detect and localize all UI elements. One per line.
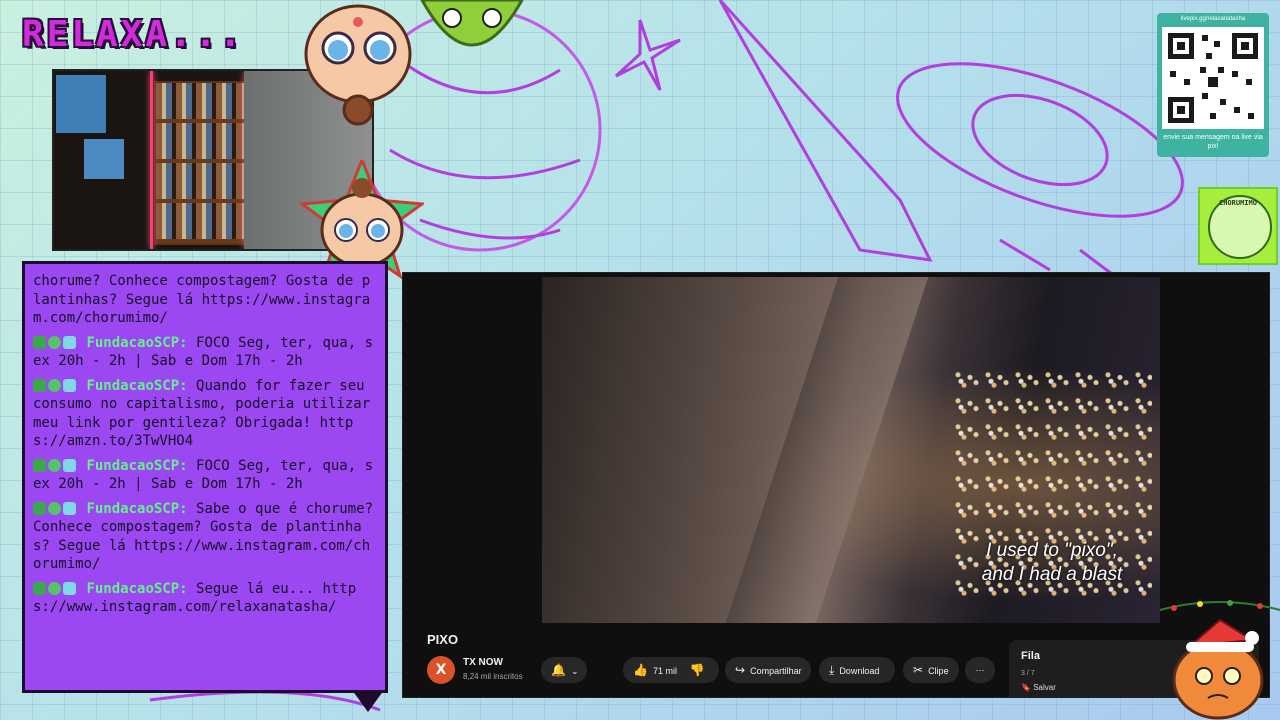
chat-message: FundacaoSCP: FOCO Seg, ter, qua, sex 20h… (33, 457, 377, 494)
download-icon: ⤓ (829, 663, 835, 677)
chorumimo-sticker: CHORUMIMO (1198, 187, 1278, 265)
webcam-poster-2 (84, 139, 124, 179)
badge-icon (33, 335, 46, 349)
more-options-button[interactable]: ··· (965, 657, 995, 683)
robot-icon (63, 335, 76, 349)
subtitle-line: I used to "pixo", (986, 540, 1118, 561)
like-count: 71 mil (652, 666, 677, 676)
scissors-icon: ✂ (913, 663, 924, 677)
share-label: Compartilhar (750, 666, 802, 676)
chat-message: FundacaoSCP: Segue lá eu... https://www.… (33, 580, 377, 617)
alien-icon (48, 581, 61, 595)
alien-icon (48, 501, 61, 515)
qr-message: envie sua mensagem na live via pix! (1163, 134, 1263, 150)
webcam-led-strip (150, 71, 153, 249)
chat-panel[interactable]: chorume? Conhece compostagem? Gosta de p… (22, 261, 388, 693)
share-icon: ↪ (735, 663, 746, 677)
video-player[interactable]: I used to "pixo", and I had a blast PIXO… (402, 272, 1270, 698)
channel-avatar[interactable]: X (427, 656, 455, 684)
chat-username[interactable]: FundacaoSCP: (86, 458, 187, 474)
chat-message: FundacaoSCP: Quando for fazer seu consum… (33, 377, 377, 451)
chat-bubble-tail (352, 690, 384, 712)
chat-username[interactable]: FundacaoSCP: (86, 501, 187, 517)
robot-icon (63, 378, 76, 392)
clip-button[interactable]: ✂ Clipe (903, 657, 959, 683)
chat-message-text: Sabe o que é chorume? Conhece compostage… (33, 500, 374, 573)
queue-save-label: Salvar (1033, 683, 1056, 692)
alien-icon (48, 335, 61, 349)
chat-username[interactable]: FundacaoSCP: (86, 378, 187, 394)
channel-subscribers: 8,24 mil inscritos (463, 672, 523, 681)
robot-icon (63, 458, 76, 472)
webcam-poster (56, 75, 106, 133)
subtitle-line: and I had a blast (981, 564, 1123, 585)
video-title: PIXO (427, 632, 459, 647)
badge-icon (33, 581, 46, 595)
qr-code[interactable] (1162, 27, 1264, 129)
thumbs-down-icon: 👎 (689, 663, 705, 677)
bell-icon: 🔔 (551, 663, 566, 677)
chat-message-text: chorume? Conhece compostagem? Gosta de p… (33, 273, 371, 326)
video-frame[interactable]: I used to "pixo", and I had a blast (542, 277, 1160, 623)
badge-icon (33, 501, 46, 515)
qr-code-icon (1168, 33, 1258, 123)
thumbs-up-icon: 👍 (633, 663, 648, 677)
clip-label: Clipe (928, 666, 949, 676)
channel-logo: RELAXA... (22, 14, 245, 55)
bookmark-icon: 🔖 (1021, 683, 1034, 692)
download-button[interactable]: ⤓ Download (819, 657, 895, 683)
alien-icon (48, 378, 61, 392)
chat-username[interactable]: FundacaoSCP: (86, 335, 187, 351)
robot-icon (63, 501, 76, 515)
badge-icon (33, 378, 46, 392)
chat-message-text: FOCO Seg, ter, qua, sex 20h - 2h | Sab e… (33, 334, 374, 370)
robot-icon (63, 581, 76, 595)
chat-message-text: Segue lá eu... https://www.instagram.com… (33, 580, 357, 616)
cartoon-face-top (304, 4, 412, 126)
queue-save-button[interactable]: 🔖 Salvar (1021, 683, 1056, 692)
queue-title: Fila (1021, 650, 1040, 662)
chevron-down-icon: ⌄ (570, 666, 579, 676)
chat-username[interactable]: FundacaoSCP: (86, 581, 187, 597)
pix-qr-panel: livepix.gg/relaxanatasha envie sua mensa… (1157, 13, 1269, 157)
download-label: Download (839, 666, 880, 676)
chat-message-text: Quando for fazer seu consumo no capitali… (33, 377, 371, 450)
chat-message: chorume? Conhece compostagem? Gosta de p… (33, 272, 377, 328)
chat-message: FundacaoSCP: FOCO Seg, ter, qua, sex 20h… (33, 334, 377, 371)
alien-icon (48, 458, 61, 472)
like-dislike-button[interactable]: 👍 71 mil 👎 (623, 657, 719, 683)
qr-url: livepix.gg/relaxanatasha (1180, 16, 1246, 22)
cartoon-grinch-face (420, 0, 524, 47)
chat-message-text: FOCO Seg, ter, qua, sex 20h - 2h | Sab e… (33, 457, 374, 493)
cat-santa-icon (1160, 600, 1280, 720)
share-button[interactable]: ↪ Compartilhar (725, 657, 811, 683)
channel-name[interactable]: TX NOW (463, 657, 503, 668)
video-subtitles: I used to "pixo", and I had a blast (872, 539, 1232, 587)
queue-count: 3 / 7 (1021, 670, 1035, 677)
sticker-label: CHORUMIMO (1219, 199, 1257, 207)
chat-message: FundacaoSCP: Sabe o que é chorume? Conhe… (33, 500, 377, 574)
webcam-bookshelf (154, 81, 248, 245)
badge-icon (33, 458, 46, 472)
subscribe-bell-button[interactable]: 🔔 ⌄ (541, 657, 587, 683)
